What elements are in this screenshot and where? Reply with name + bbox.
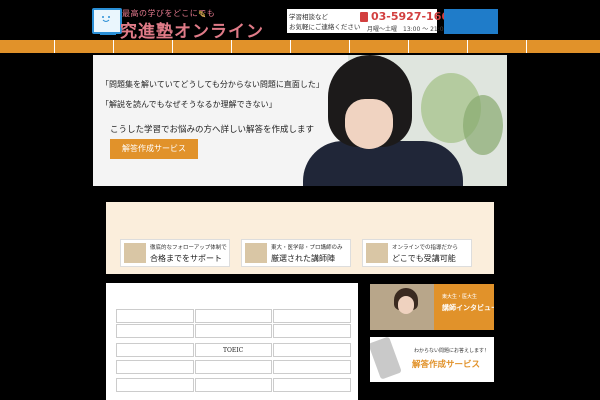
- student-photo: [303, 141, 463, 186]
- nav-item[interactable]: [467, 40, 527, 53]
- table-cell[interactable]: [195, 360, 272, 374]
- header-contact-button[interactable]: [444, 9, 498, 34]
- nav-item[interactable]: [290, 40, 349, 53]
- feature-card-online[interactable]: オンラインでの指導だから どこでも受講可能: [362, 239, 472, 267]
- table-cell[interactable]: [273, 309, 351, 323]
- table-cell[interactable]: [116, 343, 194, 357]
- feature-card-teachers[interactable]: 東大・医学部・プロ講師のみ 厳選された講師陣: [241, 239, 351, 267]
- table-cell[interactable]: [273, 324, 351, 338]
- smartphone-icon: [370, 337, 402, 380]
- logo-stand: [100, 32, 116, 35]
- nav-item[interactable]: [54, 40, 113, 53]
- feature-title: 厳選された講師陣: [271, 254, 335, 263]
- business-hours: 月曜〜土曜 13:00 〜 21:00: [367, 26, 448, 33]
- banner-caption: わからない問題にお答えします！: [414, 348, 490, 354]
- banner-title: 講師インタビュー: [442, 304, 494, 312]
- feature-section: 徹底的なフォローアップ体制で 合格までをサポート 東大・医学部・プロ講師のみ 厳…: [106, 202, 494, 274]
- contact-line-1: 学習相談など: [289, 13, 328, 21]
- table-cell[interactable]: [116, 378, 194, 392]
- teacher-photo: [398, 296, 414, 314]
- table-cell[interactable]: [195, 378, 272, 392]
- banner-title: 解答作成サービス: [412, 360, 481, 370]
- feature-image: [245, 243, 267, 263]
- table-label-toeic: TOEIC: [223, 347, 244, 354]
- answer-service-banner[interactable]: わからない問題にお答えします！ 解答作成サービス: [370, 337, 494, 382]
- feature-card-support[interactable]: 徹底的なフォローアップ体制で 合格までをサポート: [120, 239, 230, 267]
- feature-image: [366, 243, 388, 263]
- feature-title: どこでも受講可能: [392, 254, 456, 263]
- logo-title[interactable]: 究進塾オンライン: [120, 17, 264, 42]
- hero-quote-2: 「解説を読んでもなぜそうなるか理解できない」: [101, 100, 277, 109]
- hero-quote-1: 「問題集を解いていてどうしても分からない問題に直面した」: [101, 80, 324, 89]
- contact-line-2: お気軽にご連絡ください: [289, 23, 361, 31]
- logo-monitor-icon[interactable]: [92, 8, 122, 34]
- pencil-icon: ✎: [198, 10, 207, 21]
- teacher-interview-banner[interactable]: 東大生・医大生 講師インタビュー: [370, 284, 494, 330]
- table-cell[interactable]: [116, 360, 194, 374]
- table-cell[interactable]: [273, 343, 351, 357]
- table-cell[interactable]: [116, 309, 194, 323]
- student-photo: [345, 99, 393, 149]
- table-cell[interactable]: [273, 378, 351, 392]
- phone-icon: [360, 12, 368, 22]
- table-cell[interactable]: [195, 324, 272, 338]
- plant-image: [463, 95, 503, 155]
- hero-lead-text: こうした学習でお悩みの方へ詳しい解答を作成します: [110, 125, 315, 135]
- global-nav: [0, 40, 600, 53]
- course-table-panel: TOEIC: [106, 283, 358, 400]
- nav-item[interactable]: [113, 40, 172, 53]
- table-cell[interactable]: [116, 324, 194, 338]
- feature-caption: オンラインでの指導だから: [392, 245, 459, 251]
- nav-item[interactable]: [172, 40, 231, 53]
- feature-caption: 徹底的なフォローアップ体制で: [150, 245, 227, 251]
- hero-banner: 「問題集を解いていてどうしても分からない問題に直面した」 「解説を読んでもなぜそ…: [93, 55, 507, 186]
- banner-tag: 東大生・医大生: [442, 294, 478, 300]
- answer-service-button[interactable]: 解答作成サービス: [110, 139, 198, 159]
- nav-item[interactable]: [408, 40, 467, 53]
- feature-title: 合格までをサポート: [150, 254, 222, 263]
- table-cell[interactable]: [273, 360, 351, 374]
- table-cell[interactable]: [195, 309, 272, 323]
- feature-caption: 東大・医学部・プロ講師のみ: [271, 245, 343, 251]
- feature-image: [124, 243, 146, 263]
- nav-item[interactable]: [231, 40, 290, 53]
- nav-item[interactable]: [349, 40, 408, 53]
